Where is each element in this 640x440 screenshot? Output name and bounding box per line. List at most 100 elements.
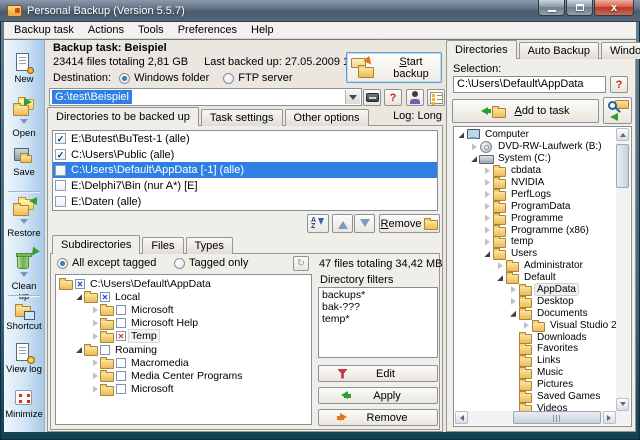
expand-closed-icon[interactable] [483,202,492,211]
tree-item[interactable]: Downloads [455,331,616,343]
tag-checkbox-icon[interactable] [100,345,110,355]
start-backup-button[interactable]: Start backup [346,52,442,83]
menu-tools[interactable]: Tools [131,23,171,37]
horizontal-scrollbar[interactable] [455,411,616,425]
tree-item[interactable]: PerfLogs [455,188,616,200]
checkbox-icon[interactable]: ✓ [55,133,66,144]
tree-item[interactable]: ✕C:\Users\Default\AppData [57,277,311,290]
tag-checkbox-icon[interactable] [116,318,126,328]
expand-open-icon[interactable] [496,273,505,282]
move-down-button[interactable] [354,214,375,233]
tab-files[interactable]: Files [142,237,183,254]
tree-item[interactable]: Microsoft Help [57,317,311,330]
checkbox-icon[interactable]: ✓ [55,149,66,160]
tree-item[interactable]: Music [455,367,616,379]
recalculate-button[interactable]: ↻ [293,256,309,271]
task-list-button[interactable] [427,89,445,106]
add-to-task-button[interactable]: Add to task [452,99,599,123]
tree-item[interactable]: Default [455,272,616,284]
expand-open-icon[interactable] [509,309,518,318]
checkbox-icon[interactable] [55,180,66,191]
vertical-scroll-thumb[interactable] [616,144,629,188]
display-path-button[interactable] [363,89,381,106]
tree-item[interactable]: Microsoft [57,383,311,396]
expand-open-icon[interactable] [457,130,466,139]
expand-closed-icon[interactable] [91,305,100,314]
filter-item[interactable]: backups* [322,289,434,301]
remove-directory-button[interactable]: Remove [379,214,440,233]
vertical-scrollbar[interactable] [616,128,630,411]
expand-closed-icon[interactable] [470,142,479,151]
expand-closed-icon[interactable] [483,190,492,199]
tree-item[interactable]: Administrator [455,260,616,272]
tree-item[interactable]: NVIDIA [455,177,616,189]
expand-open-icon[interactable] [75,345,84,354]
tab-subdirectories[interactable]: Subdirectories [52,235,140,254]
tree-item[interactable]: Documents [455,307,616,319]
expand-closed-icon[interactable] [483,178,492,187]
sidebar-button-open[interactable]: Open [5,96,43,139]
expand-closed-icon[interactable] [509,297,518,306]
edit-filter-button[interactable]: Edit [318,365,438,382]
tree-item[interactable]: Desktop [455,295,616,307]
scroll-down-button[interactable] [616,398,629,411]
checkbox-icon[interactable] [55,196,66,207]
tab-directories-to-be-backed-up[interactable]: Directories to be backed up [47,107,199,126]
filter-item[interactable]: bak-??? [322,301,434,313]
tab-types[interactable]: Types [186,237,233,254]
tree-item[interactable]: Videos [455,402,616,411]
expand-closed-icon[interactable] [496,261,505,270]
window-minimize-button[interactable] [538,0,565,16]
expand-closed-icon[interactable] [522,321,531,330]
tree-item[interactable]: ProgramData [455,200,616,212]
tree-item[interactable]: AppData [455,284,616,296]
destination-option-windows-folder[interactable]: Windows folder [119,72,209,84]
move-up-button[interactable] [332,214,353,233]
scroll-up-button[interactable] [616,128,629,141]
tree-item[interactable]: Computer [455,129,616,141]
filter-item[interactable]: temp* [322,313,434,325]
tab-task-settings[interactable]: Task settings [201,109,283,126]
tag-checkbox-icon[interactable]: ✕ [116,331,126,341]
tab-windows-scheduler[interactable]: Windows Scheduler [601,42,640,59]
scroll-right-button[interactable] [603,411,616,424]
sidebar-button-restore[interactable]: Restore [5,196,43,239]
filter-mode-tagged-only[interactable]: Tagged only [174,257,248,269]
tree-item[interactable]: Links [455,355,616,367]
menu-backup-task[interactable]: Backup task [7,23,81,37]
sidebar-button-minimize[interactable]: Minimize [5,387,43,420]
sidebar-button-new[interactable]: New [5,52,43,85]
tree-item[interactable]: System (C:) [455,153,616,165]
checkbox-icon[interactable] [55,165,66,176]
window-close-button[interactable]: x [594,0,634,16]
tree-item[interactable]: Macromedia [57,356,311,369]
tree-item[interactable]: Pictures [455,379,616,391]
tree-item[interactable]: ✕Local [57,290,311,303]
expand-closed-icon[interactable] [483,237,492,246]
tree-item[interactable]: Users [455,248,616,260]
selection-help-button[interactable]: ? [610,76,628,93]
browse-search-button[interactable] [603,97,632,124]
tree-item[interactable]: Favorites [455,343,616,355]
expand-closed-icon[interactable] [483,166,492,175]
help-button[interactable]: ? [384,89,402,106]
tag-checkbox-icon[interactable] [116,358,126,368]
menu-preferences[interactable]: Preferences [171,23,244,37]
tree-item[interactable]: Programme (x86) [455,224,616,236]
expand-closed-icon[interactable] [91,371,100,380]
expand-closed-icon[interactable] [91,332,100,341]
expand-open-icon[interactable] [75,292,84,301]
expand-open-icon[interactable] [470,154,479,163]
tab-directories[interactable]: Directories [446,40,517,59]
selection-input[interactable]: C:\Users\Default\AppData [453,76,606,93]
tab-auto-backup[interactable]: Auto Backup [519,42,599,59]
expand-open-icon[interactable] [483,249,492,258]
directory-row[interactable]: ✓E:\Butest\BuTest-1 (alle) [53,131,437,147]
directory-row[interactable]: ✓C:\Users\Public (alle) [53,147,437,163]
remove-filter-button[interactable]: Remove [318,409,438,426]
apply-filter-button[interactable]: Apply [318,387,438,404]
tab-other-options[interactable]: Other options [285,109,369,126]
scroll-left-button[interactable] [455,411,468,424]
expand-closed-icon[interactable] [483,226,492,235]
combo-dropdown-icon[interactable] [345,90,360,104]
